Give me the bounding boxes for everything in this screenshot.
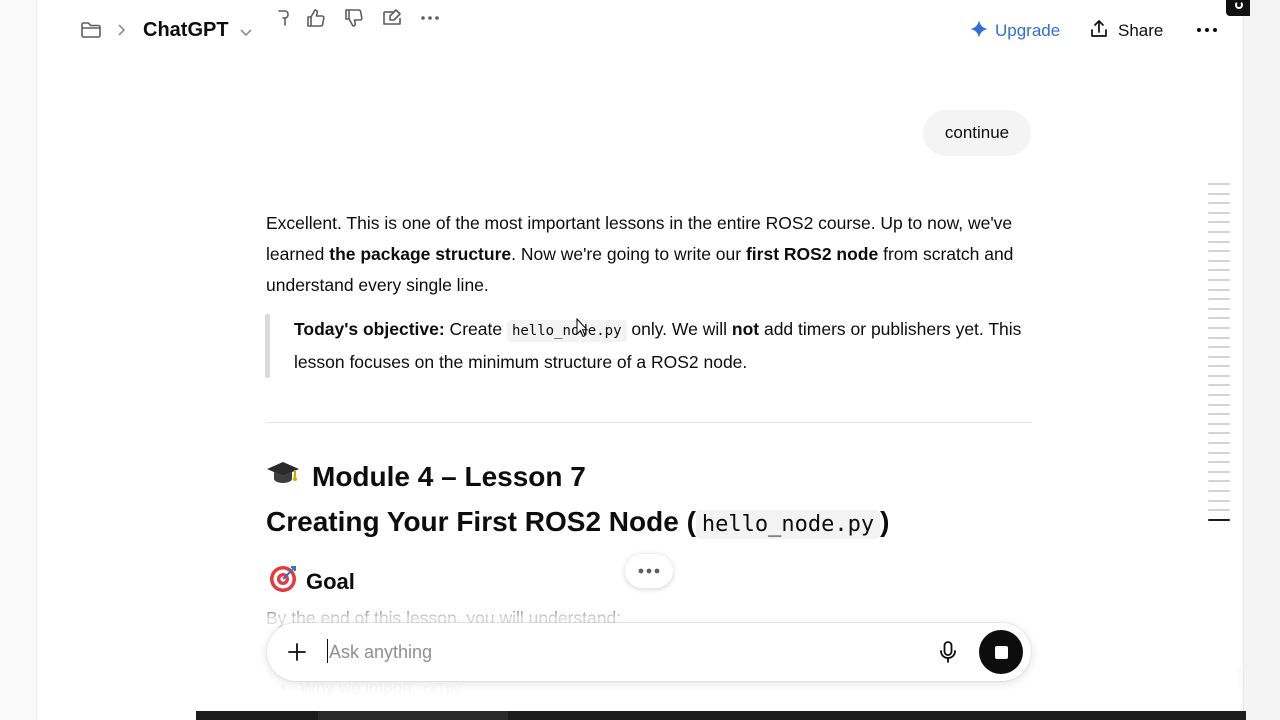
more-options-icon[interactable]: [1195, 22, 1219, 38]
text-caret: [327, 639, 328, 663]
share-icon: [1089, 19, 1109, 44]
edit-icon[interactable]: [381, 7, 403, 29]
microphone-icon[interactable]: [937, 640, 959, 664]
chevron-right-icon: [115, 22, 127, 38]
inline-code: hello_node.py: [695, 510, 881, 539]
folder-icon[interactable]: [80, 20, 102, 40]
lesson-heading: Creating Your First ROS2 Node (hello_nod…: [266, 506, 890, 539]
blockquote-bar: [265, 314, 270, 378]
thumbs-up-icon[interactable]: [305, 7, 327, 29]
upgrade-button[interactable]: Upgrade: [969, 18, 1060, 44]
sparkle-icon: [969, 19, 989, 44]
quote-bold: not: [731, 319, 760, 339]
conversation-minimap[interactable]: [1208, 183, 1230, 537]
para-bold: first ROS2 node: [745, 244, 879, 264]
para-text: . Now we're going to write our: [511, 244, 746, 264]
scrollbar-thumb[interactable]: [1238, 668, 1243, 688]
target-icon: [268, 564, 298, 600]
quote-text: only. We will: [626, 319, 732, 339]
share-label: Share: [1118, 21, 1164, 40]
inline-code: hello_node.py: [506, 320, 627, 342]
goal-heading-text: Goal: [306, 569, 355, 594]
quote-text: Create: [444, 319, 507, 339]
inline-code: rclpy: [422, 682, 462, 697]
upgrade-label: Upgrade: [995, 21, 1061, 40]
chevron-down-icon[interactable]: [239, 25, 253, 37]
window-right-edge: [1243, 0, 1280, 720]
faded-bullet: • Why we import rclpy: [280, 678, 466, 698]
taskbar-item[interactable]: [318, 711, 508, 720]
prompt-input[interactable]: [329, 638, 909, 666]
model-selector[interactable]: ChatGPT: [143, 19, 229, 42]
para-bold: the package structure: [329, 244, 512, 264]
branch-icon[interactable]: [273, 7, 295, 29]
graduation-cap-icon: [266, 458, 300, 495]
section-divider: [266, 422, 1032, 423]
module-heading: Module 4 – Lesson 7: [266, 458, 586, 495]
goal-heading: Goal: [268, 564, 355, 600]
scroll-more-button[interactable]: [625, 554, 673, 588]
share-button[interactable]: Share: [1089, 18, 1163, 44]
composer: [267, 623, 1031, 681]
window-left-edge: [0, 0, 37, 720]
more-horizontal-icon: [638, 568, 660, 574]
user-message: continue: [923, 110, 1031, 156]
top-bar: ChatGPT Upgrade Share: [37, 0, 1243, 60]
assistant-paragraph: Excellent. This is one of the most impor…: [266, 208, 1032, 301]
stop-button[interactable]: [979, 630, 1023, 674]
lesson-heading-close: ): [880, 506, 890, 537]
thumbs-down-icon[interactable]: [343, 7, 365, 29]
stop-icon: [994, 645, 1008, 659]
lesson-heading-text: Creating Your First ROS2 Node (: [266, 506, 696, 537]
plus-icon[interactable]: [286, 641, 308, 663]
mouse-cursor-icon: [576, 318, 588, 338]
quote-label: Today's objective:: [294, 319, 445, 339]
more-horizontal-icon[interactable]: [419, 7, 441, 29]
blockquote: Today's objective: Create hello_node.py …: [294, 314, 1024, 378]
module-heading-text: Module 4 – Lesson 7: [312, 460, 586, 492]
